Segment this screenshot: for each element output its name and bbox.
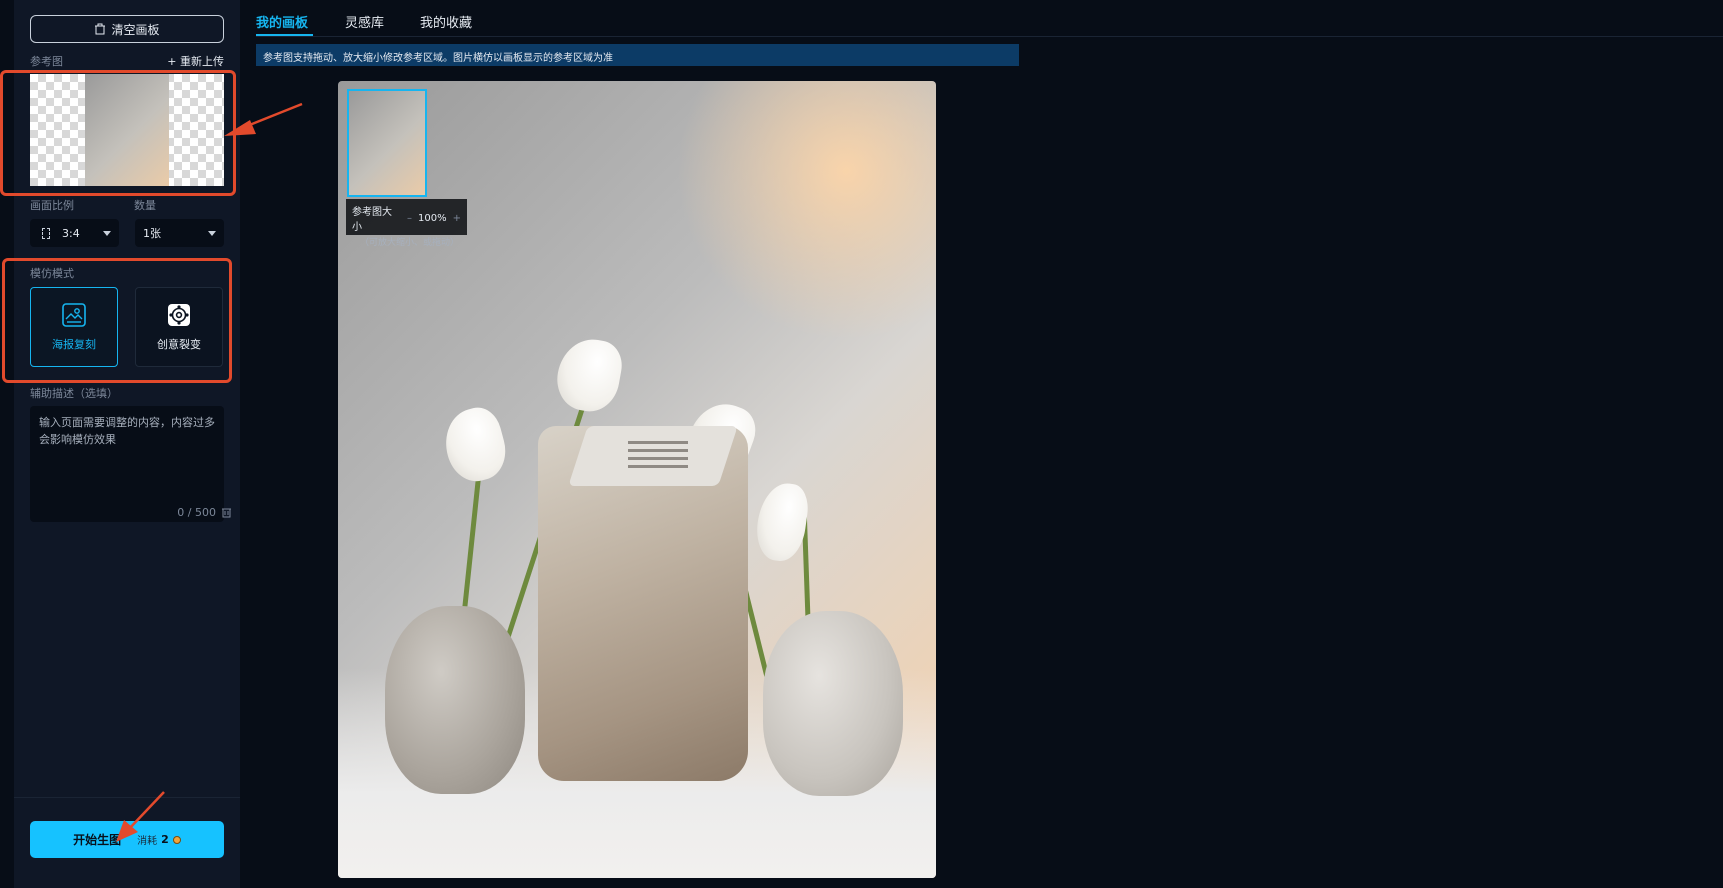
ratio-frame-icon	[42, 227, 50, 239]
tab-favorites[interactable]: 我的收藏	[420, 12, 472, 31]
zoom-value: 100%	[418, 212, 447, 224]
sidebar-divider	[14, 797, 240, 798]
reference-label: 参考图	[30, 55, 63, 68]
count-select[interactable]: 1张	[135, 219, 224, 247]
stone-plaque	[568, 426, 738, 486]
size-label: 参考图大小	[352, 207, 392, 233]
notice-banner: 参考图支持拖动、放大缩小修改参考区域。图片横仿以画板显示的参考区域为准	[256, 44, 1019, 66]
ratio-select[interactable]: 3:4	[30, 219, 119, 247]
lily-flower	[552, 334, 626, 416]
trash-icon[interactable]	[221, 506, 232, 518]
plaque-line	[628, 449, 688, 452]
zoom-out-button[interactable]: –	[407, 213, 412, 224]
plaque-line	[628, 441, 688, 444]
ratio-value: 3:4	[62, 226, 80, 240]
mode-highlight-box	[2, 258, 232, 383]
cost-info: 消耗 2	[137, 832, 181, 847]
light-glow	[676, 81, 936, 341]
reference-overlay[interactable]	[347, 89, 427, 197]
lily-flower	[437, 402, 513, 488]
trash-can-icon	[95, 23, 106, 35]
start-generate-button[interactable]: 开始生图 消耗 2	[30, 821, 224, 858]
plaque-line	[628, 457, 688, 460]
start-generate-label: 开始生图	[73, 833, 122, 847]
zoom-in-button[interactable]: +	[453, 213, 461, 224]
count-value: 1张	[143, 227, 161, 240]
top-tabs: 我的画板 灵感库 我的收藏	[256, 0, 1723, 37]
ratio-label: 画面比例	[30, 199, 74, 212]
active-tab-indicator	[256, 34, 313, 36]
count-label: 数量	[134, 199, 156, 212]
tab-inspiration[interactable]: 灵感库	[345, 12, 384, 31]
chevron-down-icon	[103, 231, 111, 236]
right-vase	[763, 611, 903, 796]
chevron-down-icon	[208, 231, 216, 236]
tab-my-canvas[interactable]: 我的画板	[256, 12, 308, 31]
plaque-line	[628, 465, 688, 468]
cost-value: 2	[161, 833, 169, 846]
clear-canvas-button[interactable]: 清空画板	[30, 15, 224, 43]
cost-label: 消耗	[137, 836, 158, 847]
left-vase	[385, 606, 525, 794]
size-hint: （可放大缩小、或拖动）	[360, 238, 460, 248]
description-input[interactable]: 输入页面需要调整的内容，内容过多会影响模仿效果	[30, 406, 224, 522]
reference-size-panel: 参考图大小 – 100% + （可放大缩小、或拖动）	[346, 199, 467, 248]
clear-canvas-label: 清空画板	[111, 22, 160, 37]
description-label: 辅助描述（选填）	[30, 387, 118, 400]
reupload-link[interactable]: + 重新上传	[167, 53, 224, 69]
coin-icon	[172, 835, 181, 844]
reference-highlight-box	[0, 70, 236, 196]
description-counter: 0 / 500	[177, 506, 216, 519]
